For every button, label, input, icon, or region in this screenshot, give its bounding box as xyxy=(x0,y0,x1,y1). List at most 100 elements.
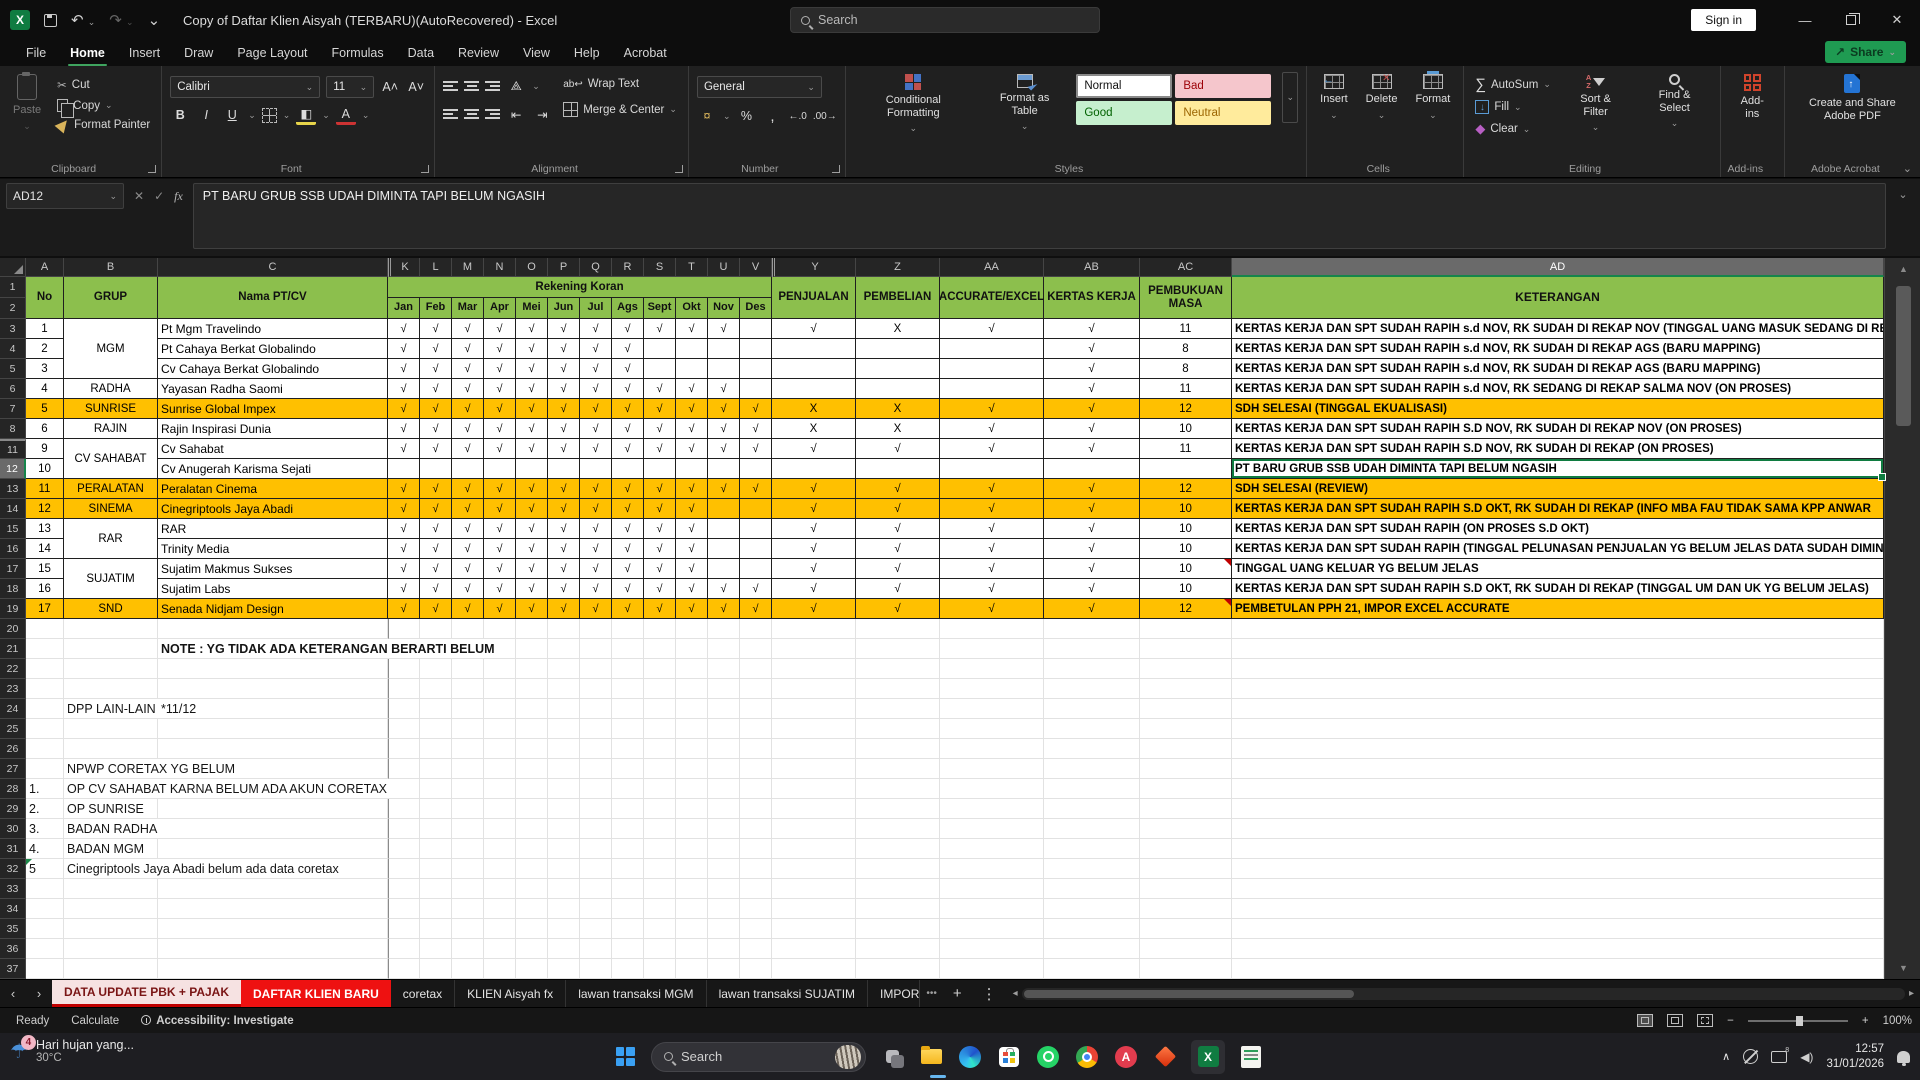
cell-empty[interactable] xyxy=(1232,839,1884,859)
cell-pembelian-5[interactable] xyxy=(856,359,940,379)
cell-month-okt-16[interactable]: √ xyxy=(676,539,708,559)
cell-empty[interactable] xyxy=(26,719,64,739)
cell-pembelian-3[interactable]: X xyxy=(856,319,940,339)
cell-empty[interactable] xyxy=(1044,759,1140,779)
cell-empty[interactable] xyxy=(548,699,580,719)
cell-empty[interactable] xyxy=(940,639,1044,659)
cell-empty[interactable] xyxy=(158,899,388,919)
cell-empty[interactable] xyxy=(740,939,772,959)
cell-month-nov-15[interactable] xyxy=(708,519,740,539)
cell-pembelian-11[interactable]: √ xyxy=(856,439,940,459)
cell-empty[interactable] xyxy=(452,699,484,719)
cell-month-jan-12[interactable] xyxy=(388,459,420,479)
cell-empty[interactable] xyxy=(420,719,452,739)
row-header-5[interactable]: 5 xyxy=(0,359,26,379)
header-no[interactable]: No xyxy=(26,277,64,319)
cell-empty[interactable] xyxy=(26,759,64,779)
sheet-tab-daftar-klien-baru[interactable]: DAFTAR KLIEN BARU xyxy=(241,980,391,1007)
enter-entry-icon[interactable]: ✓ xyxy=(154,189,164,203)
cell-month-mei-8[interactable]: √ xyxy=(516,419,548,439)
cell-no-7[interactable]: 5 xyxy=(26,399,64,419)
cell-month-des-19[interactable]: √ xyxy=(740,599,772,619)
cell-empty[interactable] xyxy=(388,659,420,679)
cell-empty[interactable] xyxy=(856,919,940,939)
cell-empty[interactable] xyxy=(516,619,548,639)
cell-empty[interactable] xyxy=(772,799,856,819)
cell-empty[interactable] xyxy=(772,619,856,639)
cell-month-mar-19[interactable]: √ xyxy=(452,599,484,619)
cell-empty[interactable] xyxy=(452,819,484,839)
cell-month-jul-8[interactable]: √ xyxy=(580,419,612,439)
cell-empty[interactable] xyxy=(64,739,158,759)
cell-empty[interactable] xyxy=(26,679,64,699)
cell-pembelian-17[interactable]: √ xyxy=(856,559,940,579)
cell-empty[interactable] xyxy=(708,759,740,779)
cell-empty[interactable] xyxy=(388,859,420,879)
cell-nama-12[interactable]: Cv Anugerah Karisma Sejati xyxy=(158,459,388,479)
cell-empty[interactable] xyxy=(1140,879,1232,899)
cell-month-jul-11[interactable]: √ xyxy=(580,439,612,459)
cell-empty[interactable] xyxy=(676,959,708,979)
cell-month-feb-18[interactable]: √ xyxy=(420,579,452,599)
cell-empty[interactable] xyxy=(26,699,64,719)
header-month-jul[interactable]: Jul xyxy=(580,298,612,319)
cell-month-des-14[interactable] xyxy=(740,499,772,519)
cell-month-jul-12[interactable] xyxy=(580,459,612,479)
cell-penjualan-4[interactable] xyxy=(772,339,856,359)
font-family-select[interactable]: Calibri ⌄ xyxy=(170,76,321,98)
cell-empty[interactable] xyxy=(548,679,580,699)
cell-month-feb-15[interactable]: √ xyxy=(420,519,452,539)
cell-empty[interactable] xyxy=(644,859,676,879)
cell-nama-18[interactable]: Sujatim Labs xyxy=(158,579,388,599)
sheet-tab-lawan-transaksi-mgm[interactable]: lawan transaksi MGM xyxy=(566,980,707,1007)
cell-empty[interactable] xyxy=(420,799,452,819)
font-color-button[interactable]: A xyxy=(335,105,356,125)
cell-empty[interactable] xyxy=(772,959,856,979)
cell-month-sept-5[interactable] xyxy=(644,359,676,379)
ribbon-tab-view[interactable]: View xyxy=(511,42,562,64)
cell-month-feb-3[interactable]: √ xyxy=(420,319,452,339)
cell-empty[interactable] xyxy=(644,619,676,639)
fill-button[interactable]: ↓ Fill ⌄ xyxy=(1472,98,1554,116)
cell-month-jun-4[interactable]: √ xyxy=(548,339,580,359)
cell-month-mar-6[interactable]: √ xyxy=(452,379,484,399)
row-header-25[interactable]: 25 xyxy=(0,719,26,739)
font-size-select[interactable]: 11 ⌄ xyxy=(326,76,375,98)
cell-month-des-17[interactable] xyxy=(740,559,772,579)
cell-month-ags-13[interactable]: √ xyxy=(612,479,644,499)
cell-month-jul-14[interactable]: √ xyxy=(580,499,612,519)
cell-month-jun-15[interactable]: √ xyxy=(548,519,580,539)
cell-month-feb-12[interactable] xyxy=(420,459,452,479)
formula-input[interactable]: PT BARU GRUB SSB UDAH DIMINTA TAPI BELUM… xyxy=(192,183,1886,249)
cell-month-nov-13[interactable]: √ xyxy=(708,479,740,499)
cell-month-sept-14[interactable]: √ xyxy=(644,499,676,519)
sheet-tab-lawan-transaksi-sujatim[interactable]: lawan transaksi SUJATIM xyxy=(707,980,869,1007)
cell-penjualan-18[interactable]: √ xyxy=(772,579,856,599)
cell-masa-17[interactable]: 10 xyxy=(1140,559,1232,579)
cell-empty[interactable] xyxy=(612,659,644,679)
cell-masa-12[interactable] xyxy=(1140,459,1232,479)
cell-empty[interactable] xyxy=(420,759,452,779)
zoom-in-button[interactable]: + xyxy=(1862,1015,1869,1027)
cell-empty[interactable] xyxy=(580,759,612,779)
format-painter-button[interactable]: Format Painter xyxy=(54,116,153,134)
cell-empty[interactable] xyxy=(64,719,158,739)
header-month-nov[interactable]: Nov xyxy=(708,298,740,319)
cell-kertas-5[interactable]: √ xyxy=(1044,359,1140,379)
cell-empty[interactable] xyxy=(940,859,1044,879)
cell-empty[interactable] xyxy=(708,639,740,659)
cell-empty[interactable] xyxy=(26,959,64,979)
cell-note-A30[interactable]: 3. xyxy=(26,819,48,839)
cell-empty[interactable] xyxy=(612,899,644,919)
column-header-Q[interactable]: Q xyxy=(580,258,612,277)
row-header-20[interactable]: 20 xyxy=(0,619,26,639)
header-grup[interactable]: GRUP xyxy=(64,277,158,319)
cell-empty[interactable] xyxy=(548,739,580,759)
cell-empty[interactable] xyxy=(26,619,64,639)
cancel-entry-icon[interactable]: ✕ xyxy=(134,189,144,203)
cell-month-okt-13[interactable]: √ xyxy=(676,479,708,499)
cell-month-mei-6[interactable]: √ xyxy=(516,379,548,399)
cell-month-okt-5[interactable] xyxy=(676,359,708,379)
cell-month-nov-7[interactable]: √ xyxy=(708,399,740,419)
cell-empty[interactable] xyxy=(708,679,740,699)
